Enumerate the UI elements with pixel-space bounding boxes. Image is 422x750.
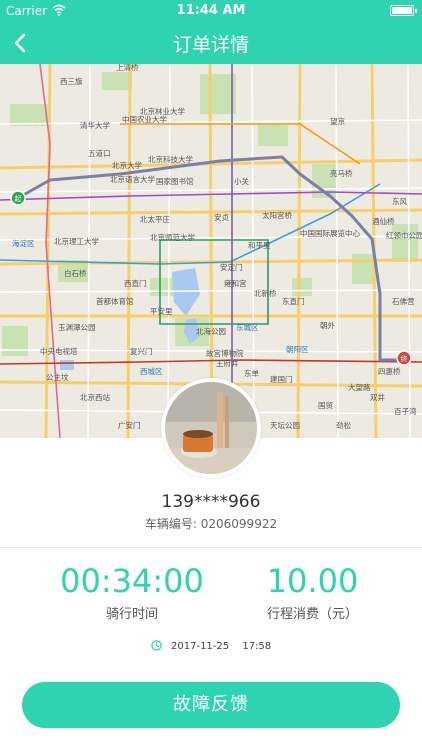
map-label: 大望路	[348, 382, 371, 392]
clock-icon	[151, 640, 162, 651]
map-label: 中国农业大学	[122, 114, 167, 124]
map-label: 首都体育馆	[96, 296, 134, 306]
map-label: 亮马桥	[330, 168, 353, 178]
route-end-marker: 终	[396, 350, 412, 366]
map-label: 望京	[330, 116, 345, 126]
map-label: 百子湾	[394, 406, 417, 416]
map-label: 红领巾公园	[386, 230, 422, 240]
map-label: 故宫博物院	[206, 348, 244, 358]
map-label: 朝外	[320, 320, 335, 330]
vehicle-number: 0206099922	[200, 517, 278, 531]
vehicle-label: 车辆编号:	[144, 517, 197, 531]
avatar-image	[165, 382, 257, 474]
start-marker-label: 起	[15, 195, 22, 203]
map-label: 东城区	[236, 322, 259, 332]
map-label: 西城区	[140, 367, 163, 376]
map-label: 清华大学	[80, 120, 110, 130]
map-label: 东直门	[282, 296, 305, 306]
map-label: 雍和宫	[224, 278, 247, 288]
map-label: 安贞	[214, 212, 229, 222]
map-label: 太阳宫桥	[262, 210, 292, 220]
map-label: 石佛营	[392, 296, 415, 306]
map-label: 王府井	[216, 358, 239, 368]
route-start-marker: 起	[10, 190, 26, 206]
map-label: 建国门	[270, 374, 293, 384]
ride-duration-label: 骑行时间	[105, 607, 158, 622]
map-label: 海淀区	[12, 238, 35, 248]
order-time: 17:58	[242, 641, 272, 652]
map-label: 平安里	[150, 306, 173, 316]
map-label: 玉渊潭公园	[58, 322, 96, 332]
map-label: 中国国际展览中心	[300, 228, 360, 238]
trip-fee-value: 10.00	[266, 562, 359, 600]
map-label: 北京理工大学	[54, 236, 99, 246]
map-label: 北京西站	[80, 392, 110, 402]
battery-icon	[390, 5, 417, 16]
map-label: 北海公园	[196, 326, 226, 336]
map-label: 双井	[370, 392, 385, 402]
map-label: 广安门	[118, 420, 141, 430]
map-label: 西直门	[124, 278, 147, 288]
order-date: 2017-11-25	[171, 641, 230, 652]
avatar	[161, 378, 261, 478]
vehicle-info: 车辆编号: 0206099922	[0, 515, 422, 532]
clock-time: 11:44 AM	[176, 3, 246, 18]
map-label: 中央电视塔	[40, 346, 78, 356]
header: Carrier 11:44 AM 订单详情	[0, 0, 422, 64]
map-label: 国家图书馆	[156, 176, 194, 186]
map-label: 小关	[234, 176, 249, 186]
map-label: 酒仙桥	[372, 216, 395, 226]
map-label: 北太平庄	[140, 214, 170, 224]
map-label: 北新桥	[254, 288, 277, 298]
map-label: 劲松	[336, 420, 351, 430]
map-label: 上清桥	[116, 64, 139, 72]
map-label: 和平里	[248, 241, 271, 250]
map-label: 白石桥	[64, 268, 87, 278]
map-label: 北京语言大学	[110, 174, 155, 184]
end-marker-label: 终	[401, 354, 408, 363]
order-datetime: 2017-11-25 17:58	[0, 640, 422, 652]
map-label: 东单	[244, 368, 259, 378]
map-label: 北京科技大学	[148, 154, 193, 164]
map-label: 复兴门	[130, 346, 153, 356]
fault-feedback-button[interactable]: 故障反馈	[22, 682, 400, 728]
map-label: 五道口	[88, 148, 111, 158]
map-label: 西三旗	[60, 76, 83, 86]
nav-bar: 订单详情	[0, 22, 422, 64]
user-phone: 139****966	[161, 492, 261, 512]
page-title: 订单详情	[172, 34, 249, 56]
map-label: 东风	[392, 196, 407, 206]
map-label: 安定门	[220, 262, 243, 272]
trip-fee-label: 行程消费（元）	[266, 607, 358, 622]
map-label: 国贸	[318, 400, 333, 410]
status-bar: Carrier 11:44 AM	[0, 0, 422, 22]
map-label: 朝阳区	[286, 345, 309, 354]
map-label: 天坛公园	[270, 420, 300, 430]
divider	[0, 547, 422, 548]
map-label: 北京师范大学	[150, 232, 195, 242]
map-label: 北京大学	[112, 160, 142, 170]
map-label: 四惠桥	[378, 366, 401, 376]
ride-duration-value: 00:34:00	[60, 562, 204, 600]
map-label: 公主坟	[46, 372, 69, 382]
